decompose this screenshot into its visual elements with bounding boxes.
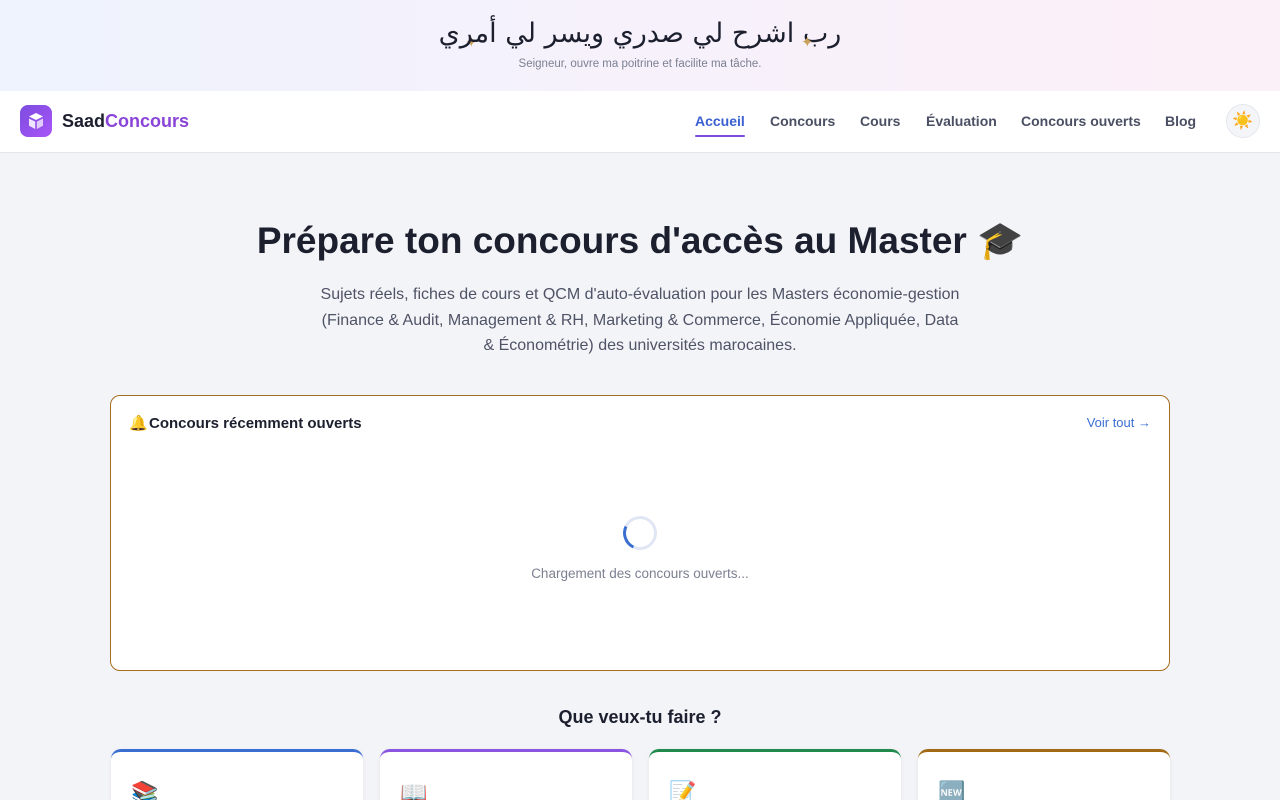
loading-spinner-icon (618, 511, 662, 555)
open-book-icon: 📖 (400, 780, 428, 800)
books-icon: 📚 (131, 780, 159, 800)
nav-concours[interactable]: Concours (770, 113, 835, 129)
action-card-concours[interactable]: 📚 (111, 749, 363, 800)
action-card-cours[interactable]: 📖 (380, 749, 632, 800)
see-all-link[interactable]: Voir tout → (1087, 415, 1151, 430)
top-navbar: SaadConcours Accueil Concours Cours Éval… (0, 91, 1280, 153)
loading-message: Chargement des concours ouverts... (531, 566, 749, 581)
action-card-nouveau[interactable]: 🆕 (918, 749, 1170, 800)
theme-toggle-button[interactable]: ☀️ (1226, 104, 1260, 138)
nav-concours-ouverts[interactable]: Concours ouverts (1021, 113, 1141, 129)
nav-cours[interactable]: Cours (860, 113, 900, 129)
nav-blog[interactable]: Blog (1165, 113, 1196, 129)
recent-concours-card: 🔔 Concours récemment ouverts Voir tout →… (110, 395, 1170, 671)
star-right-icon: ✦ (801, 34, 814, 51)
page-subtitle: Sujets réels, fiches de cours et QCM d'a… (320, 286, 960, 354)
recent-concours-heading: 🔔 Concours récemment ouverts (129, 414, 362, 433)
brand-name-part2: Concours (105, 110, 190, 131)
action-card-evaluation[interactable]: 📝 (649, 749, 901, 800)
brand-name: SaadConcours (62, 111, 189, 132)
verse-translation: Seigneur, ouvre ma poitrine et facilite … (518, 58, 762, 70)
box-logo-icon (20, 105, 52, 137)
actions-section-title: Que veux-tu faire ? (558, 707, 722, 727)
page-title: Prépare ton concours d'accès au Master 🎓 (256, 220, 1024, 261)
bell-icon: 🔔 (129, 415, 148, 432)
brand-link[interactable]: SaadConcours (20, 105, 189, 137)
sun-icon: ☀️ (1232, 111, 1254, 130)
brand-name-part1: Saad (62, 110, 106, 131)
memo-icon: 📝 (669, 780, 697, 800)
nav-evaluation[interactable]: Évaluation (926, 113, 997, 129)
recent-concours-title: Concours récemment ouverts (149, 414, 362, 432)
verse-banner: ✦ رب اشرح لي صدري ويسر لي أمري ✦ Seigneu… (0, 0, 1280, 91)
arabic-verse: رب اشرح لي صدري ويسر لي أمري (438, 18, 842, 49)
nav-accueil[interactable]: Accueil (695, 113, 745, 137)
new-icon: 🆕 (938, 780, 966, 800)
